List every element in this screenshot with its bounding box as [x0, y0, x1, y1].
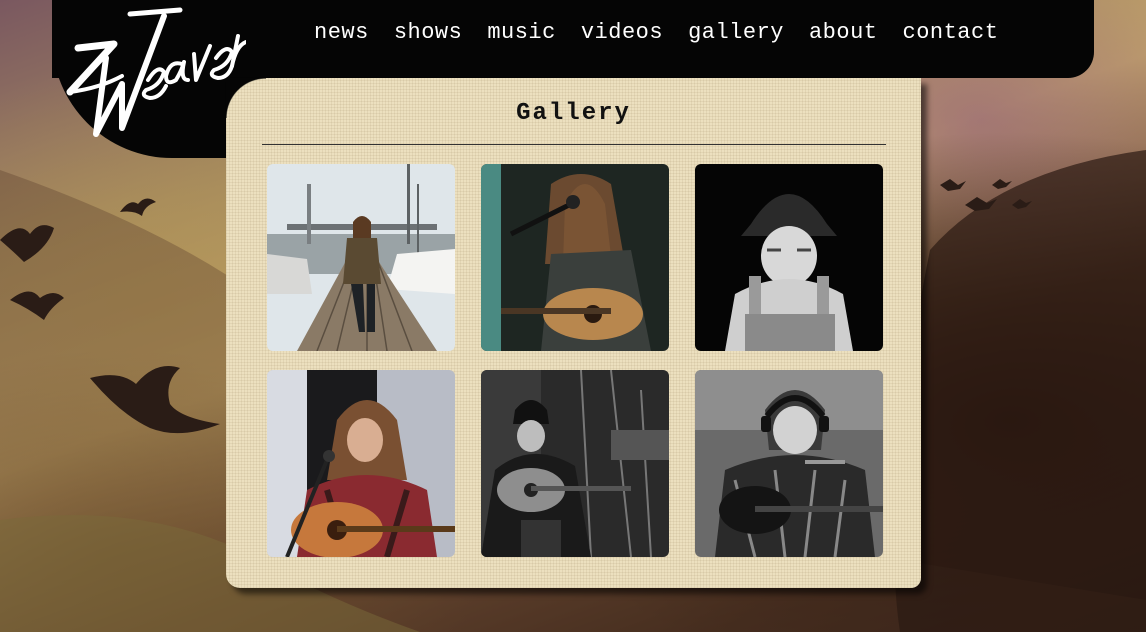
photo-grid: [267, 164, 883, 557]
nav-shows[interactable]: shows: [394, 20, 463, 45]
weaver-logo[interactable]: [60, 6, 246, 140]
nav-gallery[interactable]: gallery: [688, 20, 784, 45]
man-on-dock-photo: [267, 164, 455, 351]
nav-news[interactable]: news: [314, 20, 369, 45]
guitarist-with-headphones-photo: [695, 370, 883, 557]
gallery-photo-5[interactable]: [481, 370, 669, 557]
main-nav: news shows music videos gallery about co…: [314, 20, 1023, 45]
gallery-photo-4[interactable]: [267, 370, 455, 557]
gallery-photo-2[interactable]: [481, 164, 669, 351]
gallery-photo-1[interactable]: [267, 164, 455, 351]
singer-with-acoustic-guitar-photo: [267, 370, 455, 557]
nav-videos[interactable]: videos: [581, 20, 663, 45]
gallery-photo-3[interactable]: [695, 164, 883, 351]
gallery-photo-6[interactable]: [695, 370, 883, 557]
nav-about[interactable]: about: [809, 20, 878, 45]
guitarist-with-microphone-photo: [481, 164, 669, 351]
guitarist-in-beanie-photo: [481, 370, 669, 557]
nav-music[interactable]: music: [487, 20, 556, 45]
title-divider: [262, 144, 886, 145]
man-in-bucket-hat-photo: [695, 164, 883, 351]
nav-contact[interactable]: contact: [903, 20, 999, 45]
page-title: Gallery: [516, 100, 631, 127]
